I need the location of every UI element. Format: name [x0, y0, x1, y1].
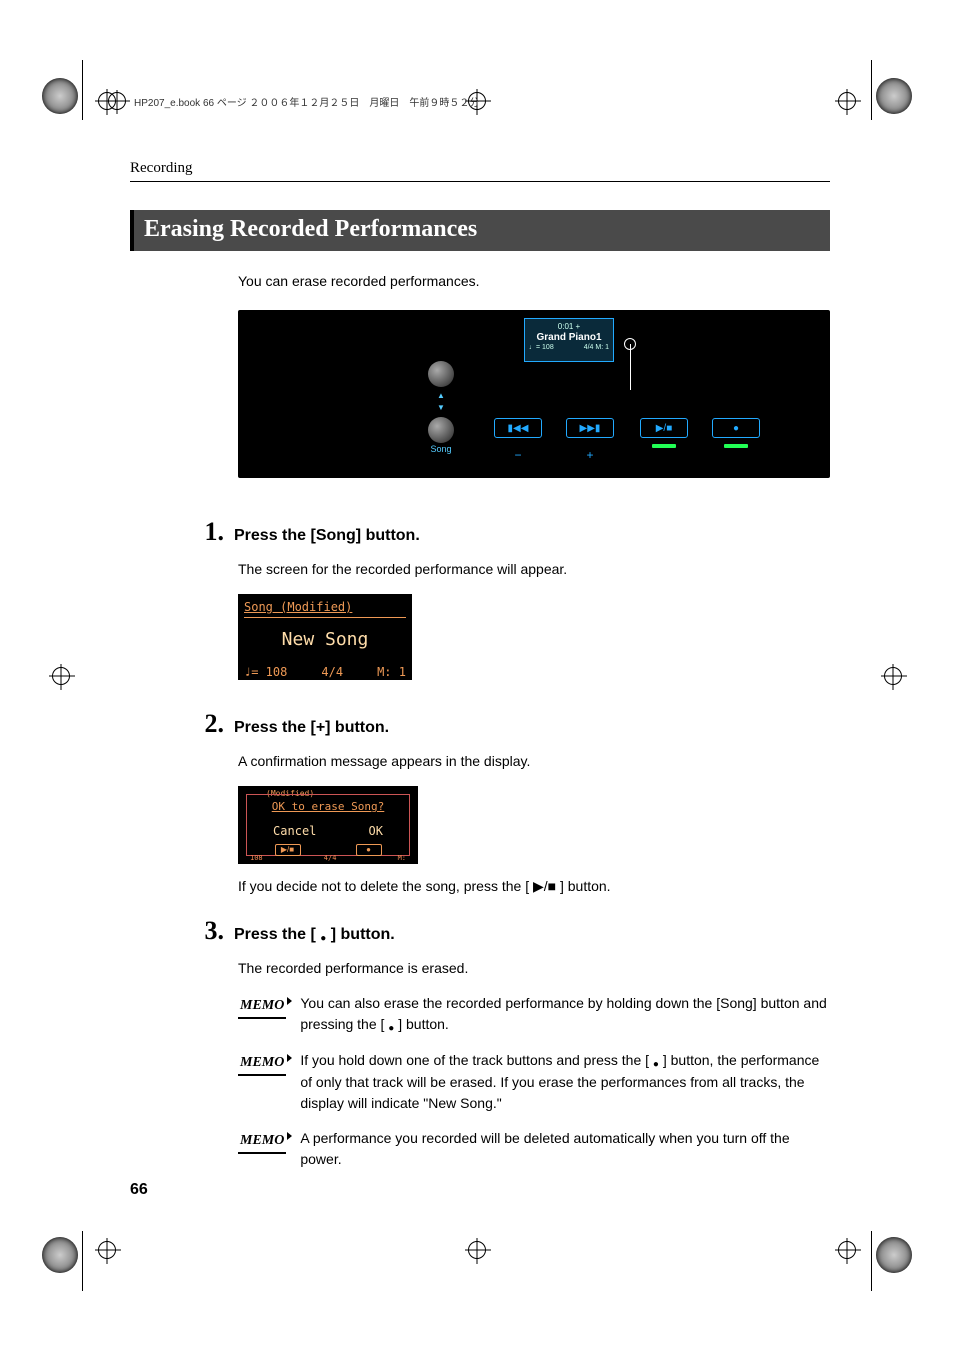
registration-mark-icon: [108, 92, 126, 110]
print-sphere-icon: [42, 78, 78, 114]
step-number: 3.: [192, 911, 224, 950]
header-rule: [130, 181, 830, 182]
crop-line: [871, 1231, 872, 1291]
step-title-after: ] button.: [326, 926, 394, 943]
lcd-top-line: Song (Modified): [244, 598, 406, 618]
step-after-span: If you decide not to delete the song, pr…: [238, 878, 611, 894]
memo-text: You can also erase the recorded performa…: [300, 993, 830, 1036]
print-sphere-icon: [876, 78, 912, 114]
registration-mark-icon: [884, 667, 902, 685]
minus-label: −: [494, 446, 542, 464]
panel-lcd: 0:01 + Grand Piano1 ♩= 108 4/4 M: 1: [524, 318, 614, 362]
rewind-button-icon: ▮◀◀: [494, 418, 542, 438]
indicator-bars: [640, 436, 760, 456]
panel-lcd-line1: 0:01 +: [525, 322, 613, 332]
step-after-text: If you decide not to delete the song, pr…: [238, 876, 830, 897]
registration-mark-icon: [98, 1241, 116, 1259]
lcd-question: OK to erase Song?: [247, 795, 409, 816]
lcd-bot-measure: M:: [398, 853, 406, 864]
transport-group-2: ▶/■ ●: [640, 418, 760, 438]
step-body: The screen for the recorded performance …: [238, 559, 830, 580]
step-number: 2.: [192, 704, 224, 743]
section-title: Erasing Recorded Performances: [130, 210, 830, 251]
record-button-icon: ●: [712, 418, 760, 438]
memo-badge: MEMO: [238, 1130, 286, 1154]
step-title-before: Press the [: [234, 926, 320, 943]
running-header: Recording: [130, 160, 830, 177]
instrument-panel-illustration: 0:01 + Grand Piano1 ♩= 108 4/4 M: 1 ▲▼ S…: [238, 310, 830, 478]
memo-text-before: If you hold down one of the track button…: [300, 1052, 653, 1068]
dial-icon: [428, 417, 454, 443]
step-title: Press the [+] button.: [234, 716, 389, 740]
lcd-bot-tempo: 108: [250, 853, 263, 864]
plus-label: +: [566, 446, 614, 464]
panel-lcd-beat: 4/4 M: 1: [584, 344, 609, 352]
up-down-arrows-icon: ▲▼: [437, 390, 445, 414]
memo-text-after: ] button.: [394, 1016, 448, 1032]
step-number: 1.: [192, 512, 224, 551]
crop-line: [82, 1231, 83, 1291]
forward-button-icon: ▶▶▮: [566, 418, 614, 438]
registration-mark-icon: [52, 667, 70, 685]
lcd-bot-beat: 4/4: [324, 853, 337, 864]
memo-text: A performance you recorded will be delet…: [300, 1128, 830, 1170]
registration-mark-icon: [838, 92, 856, 110]
crop-line: [82, 60, 83, 120]
memo-text-before: You can also erase the recorded performa…: [300, 995, 826, 1032]
step-title: Press the [ ] button.: [234, 923, 395, 947]
lcd-song-modified: Song (Modified) New Song ♩= 108 4/4 M: 1: [238, 594, 412, 680]
transport-group-1: ▮◀◀ ▶▶▮: [494, 418, 614, 438]
lcd-measure: M: 1: [377, 663, 406, 681]
memo-text: If you hold down one of the track button…: [300, 1050, 830, 1114]
print-sphere-icon: [42, 1237, 78, 1273]
song-label: Song: [430, 443, 451, 457]
lcd-beat: 4/4: [321, 663, 343, 681]
lcd-confirm-erase: (Modified) OK to erase Song? Cancel OK ▶…: [238, 786, 418, 864]
step-body: A confirmation message appears in the di…: [238, 751, 830, 772]
registration-mark-icon: [468, 1241, 486, 1259]
print-header: HP207_e.book 66 ページ ２００６年１２月２５日 月曜日 午前９時…: [108, 92, 834, 110]
indicator-bar: [724, 444, 748, 448]
step-1: 1. Press the [Song] button.: [238, 512, 830, 551]
indicator-bar: [652, 444, 676, 448]
crop-line: [871, 60, 872, 120]
intro-text: You can erase recorded performances.: [238, 271, 830, 292]
registration-mark-icon: [838, 1241, 856, 1259]
lcd-cancel-option: Cancel: [273, 822, 316, 840]
step-2: 2. Press the [+] button.: [238, 704, 830, 743]
song-dial: ▲▼ Song: [428, 361, 454, 457]
step-title: Press the [Song] button.: [234, 524, 420, 548]
play-stop-button-icon: ▶/■: [640, 418, 688, 438]
memo-row: MEMO You can also erase the recorded per…: [238, 993, 830, 1036]
lcd-tempo: ♩= 108: [244, 663, 287, 681]
step-body: The recorded performance is erased.: [238, 958, 830, 979]
memo-badge: MEMO: [238, 1052, 286, 1076]
dial-icon: [428, 361, 454, 387]
print-header-text: HP207_e.book 66 ページ ２００６年１２月２５日 月曜日 午前９時…: [134, 94, 479, 109]
page-number: 66: [130, 1181, 148, 1199]
panel-lcd-line2: Grand Piano1: [525, 332, 613, 344]
print-sphere-icon: [876, 1237, 912, 1273]
lcd-ok-option: OK: [369, 822, 383, 840]
lcd-song-name: New Song: [244, 626, 406, 653]
memo-row: MEMO A performance you recorded will be …: [238, 1128, 830, 1170]
memo-row: MEMO If you hold down one of the track b…: [238, 1050, 830, 1114]
memo-badge: MEMO: [238, 995, 286, 1019]
panel-lcd-tempo: ♩= 108: [529, 344, 554, 352]
plus-minus-row: − +: [494, 446, 614, 464]
step-3: 3. Press the [ ] button.: [238, 911, 830, 950]
callout-line: [630, 344, 631, 390]
